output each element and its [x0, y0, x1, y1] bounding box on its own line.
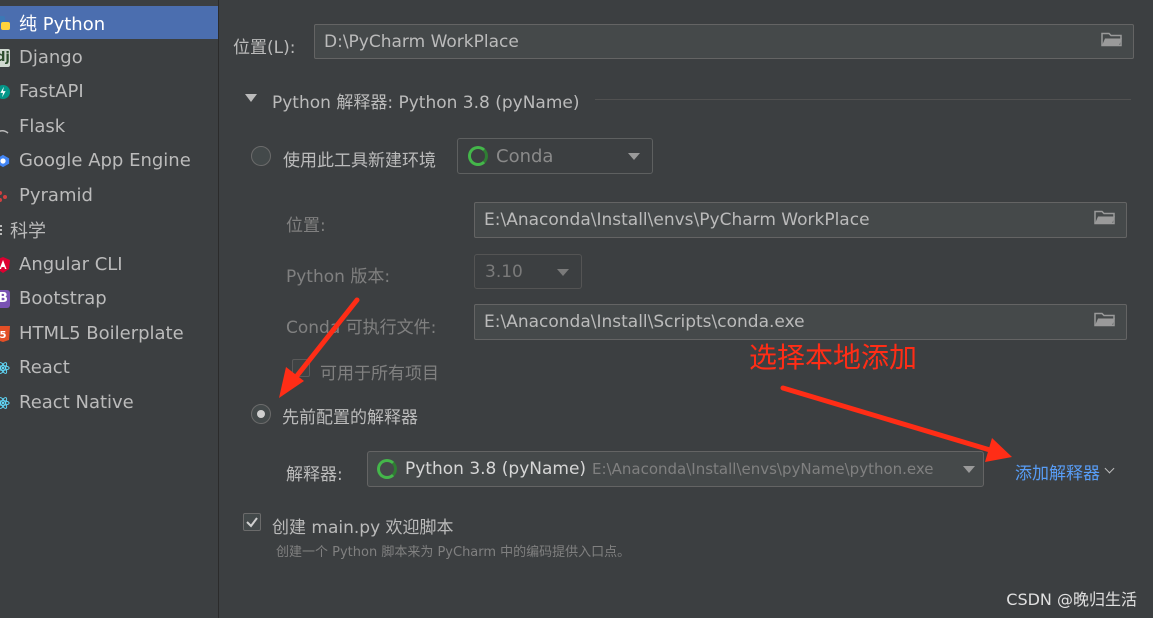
sidebar-item-google-app-engine[interactable]: Google App Engine	[0, 144, 218, 177]
env-location-value: E:\Anaconda\Install\envs\PyCharm WorkPla…	[484, 210, 870, 230]
django-icon: dj	[0, 48, 10, 67]
conda-icon	[468, 146, 488, 166]
sidebar-item-label: Pyramid	[19, 185, 93, 206]
checkmark-icon	[246, 517, 258, 528]
html5-icon: 5	[0, 325, 10, 343]
conda-exe-input[interactable]: E:\Anaconda\Install\Scripts\conda.exe	[474, 304, 1127, 340]
project-type-sidebar: 纯 Python dj Django FastAPI Flask Google …	[0, 0, 219, 618]
sidebar-item-pure-python[interactable]: 纯 Python	[0, 6, 218, 39]
sidebar-item-react[interactable]: React	[0, 351, 218, 384]
bootstrap-icon: B	[0, 289, 10, 308]
conda-exe-value: E:\Anaconda\Install\Scripts\conda.exe	[484, 312, 805, 332]
svg-text:5: 5	[0, 330, 7, 341]
interpreter-path: E:\Anaconda\Install\envs\pyName\python.e…	[592, 460, 934, 478]
sidebar-item-label: FastAPI	[19, 81, 84, 102]
sidebar-item-label: React Native	[19, 392, 134, 413]
add-interpreter-label: 添加解释器	[1015, 464, 1100, 484]
sidebar-item-label: HTML5 Boilerplate	[19, 323, 184, 344]
location-value: D:\PyCharm WorkPlace	[324, 31, 519, 52]
sidebar-item-scientific[interactable]: 科学	[0, 213, 218, 246]
google-app-engine-icon	[0, 152, 10, 170]
python-version-value: 3.10	[485, 261, 523, 282]
new-env-radio[interactable]	[251, 146, 271, 166]
settings-panel: 位置(L): D:\PyCharm WorkPlace Python 解释器: …	[219, 0, 1153, 618]
react-native-icon	[0, 394, 10, 412]
folder-icon[interactable]	[1094, 210, 1116, 231]
env-tool-select[interactable]: Conda	[457, 138, 653, 174]
watermark: CSDN @晚归生活	[1006, 590, 1137, 609]
interpreter-name: Python 3.8 (pyName)	[405, 459, 587, 479]
fastapi-icon	[0, 83, 10, 101]
sidebar-item-pyramid[interactable]: Pyramid	[0, 179, 218, 212]
annotation-text: 选择本地添加	[749, 341, 918, 374]
pyramid-icon	[0, 187, 10, 205]
sidebar-item-angular-cli[interactable]: Angular CLI	[0, 248, 218, 281]
sidebar-item-flask[interactable]: Flask	[0, 110, 218, 143]
scientific-icon	[0, 221, 10, 239]
previous-interpreter-radio[interactable]	[251, 404, 271, 424]
sidebar-item-fastapi[interactable]: FastAPI	[0, 75, 218, 108]
all-projects-label[interactable]: 可用于所有项目	[320, 359, 439, 384]
interpreter-select[interactable]: Python 3.8 (pyName) E:\Anaconda\Install\…	[367, 451, 984, 487]
flask-icon	[0, 118, 10, 136]
interpreter-label: 解释器:	[286, 465, 343, 485]
create-main-hint: 创建一个 Python 脚本来为 PyCharm 中的编码提供入口点。	[276, 545, 631, 560]
sidebar-item-bootstrap[interactable]: B Bootstrap	[0, 282, 218, 315]
sidebar-item-label: Google App Engine	[19, 150, 191, 171]
env-location-label: 位置:	[286, 216, 326, 236]
sidebar-item-label: 纯 Python	[19, 13, 106, 35]
folder-icon[interactable]	[1094, 312, 1116, 333]
env-tool-value: Conda	[496, 145, 554, 167]
location-label: 位置(L):	[233, 38, 296, 58]
python-version-select[interactable]: 3.10	[474, 254, 582, 289]
sidebar-item-label: Angular CLI	[19, 254, 123, 275]
section-divider	[595, 99, 1131, 100]
sidebar-item-label: React	[19, 357, 70, 378]
conda-exe-label: Conda 可执行文件:	[286, 318, 437, 338]
sidebar-item-label: Bootstrap	[19, 288, 107, 309]
chevron-down-icon	[557, 268, 569, 276]
folder-icon[interactable]	[1101, 31, 1123, 52]
python-icon	[0, 14, 10, 32]
location-input[interactable]: D:\PyCharm WorkPlace	[314, 24, 1134, 59]
section-collapse-icon[interactable]	[245, 94, 257, 102]
new-env-label[interactable]: 使用此工具新建环境	[283, 146, 436, 171]
sidebar-item-django[interactable]: dj Django	[0, 41, 218, 74]
env-location-input[interactable]: E:\Anaconda\Install\envs\PyCharm WorkPla…	[474, 202, 1127, 238]
sidebar-item-html5-boilerplate[interactable]: 5 HTML5 Boilerplate	[0, 317, 218, 350]
add-interpreter-link[interactable]: 添加解释器	[1015, 459, 1115, 484]
python-version-label: Python 版本:	[286, 267, 391, 287]
all-projects-checkbox[interactable]	[292, 359, 310, 377]
chevron-down-icon	[628, 153, 640, 160]
chevron-down-icon	[963, 466, 975, 473]
previous-interpreter-label[interactable]: 先前配置的解释器	[282, 403, 418, 428]
angular-icon	[0, 256, 10, 274]
chevron-down-icon	[1104, 463, 1115, 474]
sidebar-item-label: Django	[19, 47, 83, 68]
sidebar-item-label: Flask	[19, 116, 66, 137]
sidebar-item-label: 科学	[10, 220, 46, 242]
create-main-label[interactable]: 创建 main.py 欢迎脚本	[272, 513, 454, 538]
create-main-checkbox[interactable]	[243, 513, 261, 531]
conda-icon	[377, 459, 397, 479]
interpreter-section-title[interactable]: Python 解释器: Python 3.8 (pyName)	[272, 88, 580, 113]
react-icon	[0, 359, 10, 377]
sidebar-item-react-native[interactable]: React Native	[0, 386, 218, 419]
